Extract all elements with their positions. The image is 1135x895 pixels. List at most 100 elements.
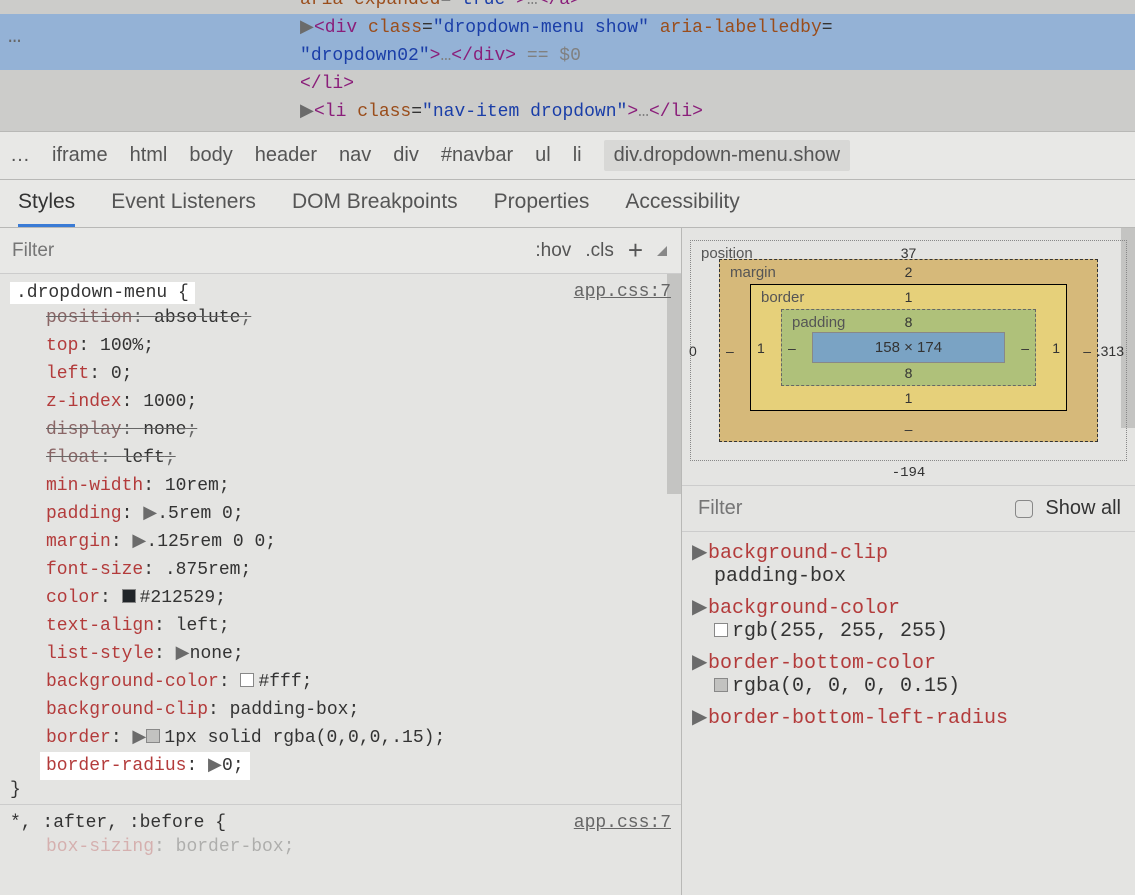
css-declaration[interactable]: top: 100%; [46,332,671,360]
css-rule[interactable]: *, :after, :before { app.css:7 box-sizin… [0,805,681,865]
css-selector[interactable]: *, :after, :before { [10,813,226,833]
css-declaration[interactable]: text-align: left; [46,612,671,640]
border-top[interactable]: 1 [905,289,913,305]
chevron-right-icon[interactable]: ▶ [176,640,190,668]
css-rule[interactable]: .dropdown-menu { app.css:7 position: abs… [0,274,681,805]
margin-left[interactable]: – [726,343,734,359]
computed-value: rgb(255, 255, 255) [714,620,1129,643]
breadcrumb-item[interactable]: div [393,144,419,167]
computed-filter-input[interactable] [696,496,1003,521]
breadcrumb-item[interactable]: … [10,144,30,167]
color-swatch-icon[interactable] [146,729,160,743]
margin-bottom[interactable]: – [905,421,913,437]
css-declaration[interactable]: box-sizing: border-box; [46,833,671,861]
chevron-right-icon[interactable]: ▶ [692,649,708,675]
computed-props-list: ▶background-clippadding-box▶background-c… [682,532,1135,737]
dom-line[interactable]: aria-expanded="true">…</a> [0,0,1135,14]
chevron-right-icon[interactable]: ▶ [132,724,146,752]
chevron-right-icon[interactable]: ▶ [692,594,708,620]
dom-line-selected-cont[interactable]: "dropdown02">…</div> == $0 [0,42,1135,70]
css-declaration[interactable]: left: 0; [46,360,671,388]
css-declaration[interactable]: z-index: 1000; [46,388,671,416]
tab-styles[interactable]: Styles [18,190,75,227]
styles-filter-row: :hov .cls + [0,228,681,274]
computed-property[interactable]: ▶background-clippadding-box [688,536,1129,591]
padding-top[interactable]: 8 [905,314,913,330]
corner-icon [657,246,667,256]
computed-property[interactable]: ▶border-bottom-left-radius [688,701,1129,733]
color-swatch-icon[interactable] [240,673,254,687]
source-link[interactable]: app.css:7 [574,282,671,302]
breadcrumb-item[interactable]: body [189,144,232,167]
border-label: border [761,289,804,306]
dom-tree[interactable]: … aria-expanded="true">…</a> ▶<div class… [0,0,1135,131]
computed-property[interactable]: ▶background-colorrgb(255, 255, 255) [688,591,1129,646]
dom-line[interactable]: </li> [0,70,1135,98]
styles-filter-input[interactable] [0,230,535,272]
new-rule-icon[interactable]: + [628,235,643,266]
computed-property[interactable]: ▶border-bottom-colorrgba(0, 0, 0, 0.15) [688,646,1129,701]
chevron-right-icon[interactable]: ▶ [692,704,708,730]
breadcrumb-item[interactable]: nav [339,144,371,167]
position-bottom[interactable]: -194 [690,465,1127,481]
chevron-right-icon[interactable]: ▶ [132,528,146,556]
breadcrumb-item[interactable]: iframe [52,144,108,167]
rule-close-brace: } [10,780,671,800]
content-size[interactable]: 158 × 174 [812,332,1005,363]
tab-accessibility[interactable]: Accessibility [625,190,739,227]
padding-left[interactable]: – [788,340,796,356]
chevron-right-icon[interactable]: ▶ [208,752,222,780]
chevron-right-icon[interactable]: ▶ [143,500,157,528]
tab-dom-breakpoints[interactable]: DOM Breakpoints [292,190,458,227]
css-declaration[interactable]: color: #212529; [46,584,671,612]
computed-value: padding-box [714,565,1129,588]
styles-pane: :hov .cls + .dropdown-menu { app.css:7 p… [0,228,682,895]
tab-event-listeners[interactable]: Event Listeners [111,190,256,227]
padding-bottom[interactable]: 8 [905,365,913,381]
css-selector[interactable]: .dropdown-menu { [10,282,195,304]
chevron-right-icon[interactable]: ▶ [692,539,708,565]
dom-line[interactable]: ▶<li class="nav-item dropdown">…</li> [0,98,1135,126]
more-actions-icon[interactable]: … [8,24,23,49]
position-left[interactable]: 0 [689,343,697,359]
source-link[interactable]: app.css:7 [574,813,671,833]
toggle-hov-button[interactable]: :hov [535,240,571,262]
css-declaration[interactable]: background-color: #fff; [46,668,671,696]
css-declaration[interactable]: padding: ▶.5rem 0; [46,500,671,528]
toggle-cls-button[interactable]: .cls [585,240,614,262]
margin-label: margin [730,264,776,281]
css-declaration[interactable]: list-style: ▶none; [46,640,671,668]
show-all-label[interactable]: Show all [1045,497,1121,520]
css-declaration[interactable]: font-size: .875rem; [46,556,671,584]
color-swatch-icon[interactable] [122,589,136,603]
breadcrumb-item[interactable]: html [130,144,168,167]
margin-right[interactable]: – [1083,343,1091,359]
computed-filter-row: Show all [682,486,1135,532]
css-declaration[interactable]: margin: ▶.125rem 0 0; [46,528,671,556]
css-declaration[interactable]: position: absolute; [46,304,671,332]
show-all-checkbox[interactable] [1015,500,1033,518]
breadcrumb-item-active[interactable]: div.dropdown-menu.show [604,140,850,171]
css-declaration[interactable]: border: ▶1px solid rgba(0,0,0,.15); [46,724,671,752]
border-left[interactable]: 1 [757,340,765,356]
css-declaration[interactable]: min-width: 10rem; [46,472,671,500]
box-model[interactable]: position 37 0 -91.313 margin 2 – – – bor… [682,228,1135,486]
tab-properties[interactable]: Properties [494,190,590,227]
styles-tabbar: Styles Event Listeners DOM Breakpoints P… [0,180,1135,228]
dom-line-selected[interactable]: ▶<div class="dropdown-menu show" aria-la… [0,14,1135,42]
border-right[interactable]: 1 [1052,340,1060,356]
computed-value: rgba(0, 0, 0, 0.15) [714,675,1129,698]
padding-right[interactable]: – [1021,340,1029,356]
breadcrumb-item[interactable]: ul [535,144,551,167]
border-bottom[interactable]: 1 [905,390,913,406]
css-declaration[interactable]: border-radius: ▶0; [40,752,250,780]
css-declaration[interactable]: display: none; [46,416,671,444]
breadcrumb-item[interactable]: header [255,144,317,167]
margin-top[interactable]: 2 [905,264,913,280]
breadcrumb-item[interactable]: li [573,144,582,167]
css-declaration[interactable]: background-clip: padding-box; [46,696,671,724]
chevron-right-icon[interactable]: ▶ [300,98,314,126]
chevron-right-icon[interactable]: ▶ [300,14,314,42]
breadcrumb-item[interactable]: #navbar [441,144,513,167]
css-declaration[interactable]: float: left; [46,444,671,472]
